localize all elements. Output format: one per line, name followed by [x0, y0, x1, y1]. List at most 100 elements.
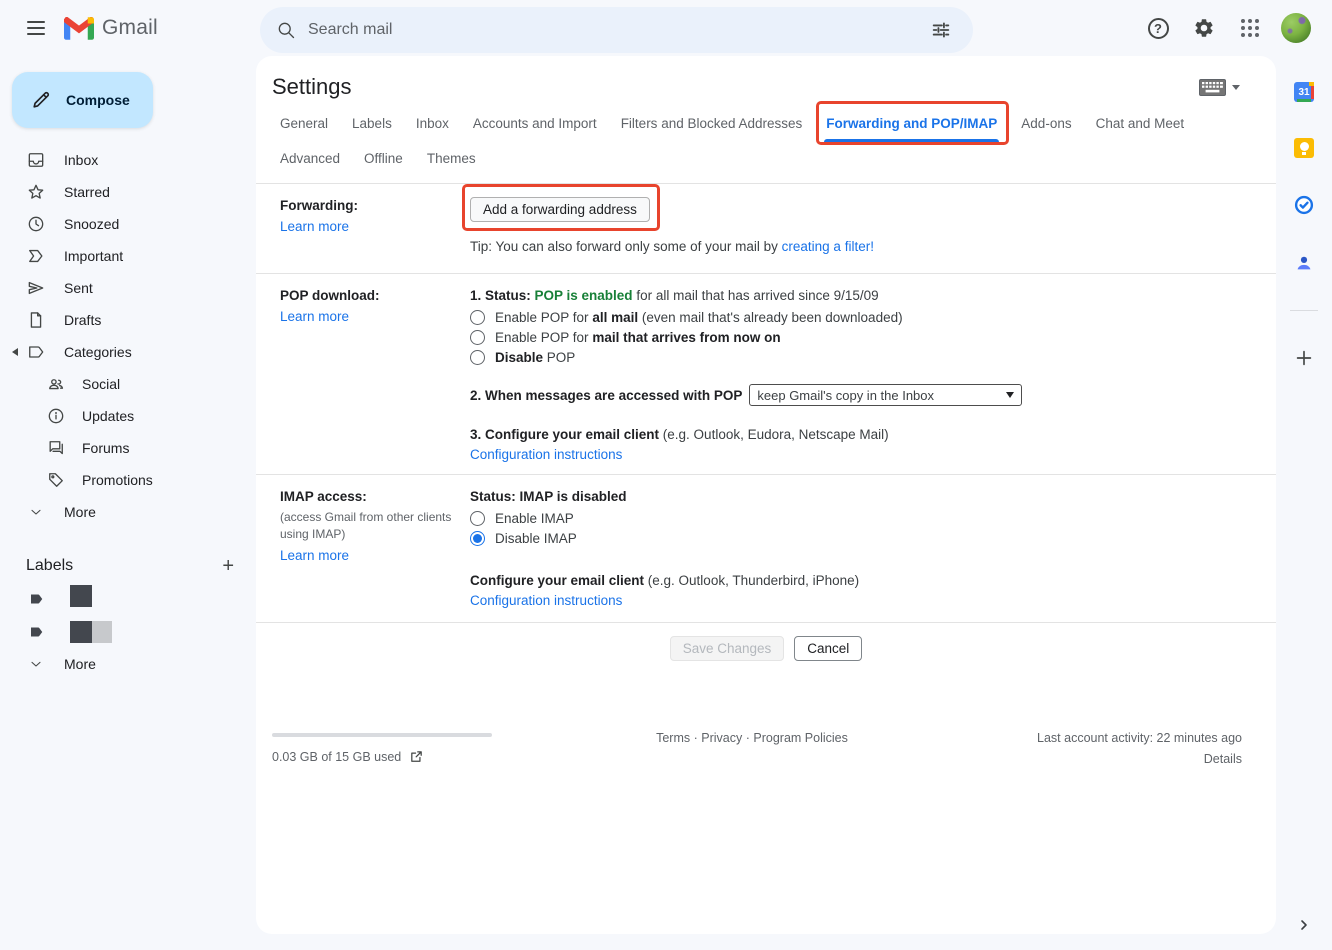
radio-enable-imap[interactable]: [470, 511, 485, 526]
tasks-app-button[interactable]: [1293, 194, 1315, 216]
compose-button[interactable]: Compose: [12, 72, 153, 128]
input-tools-selector[interactable]: [1199, 79, 1240, 96]
sidebar-item-promotions[interactable]: Promotions: [0, 464, 256, 496]
tab-themes[interactable]: Themes: [427, 151, 476, 166]
terms-link[interactable]: Terms: [656, 731, 690, 745]
activity-details-link[interactable]: Details: [982, 752, 1242, 766]
tab-add-ons[interactable]: Add-ons: [1021, 116, 1071, 131]
hide-side-panel-button[interactable]: [1296, 917, 1312, 938]
settings-button[interactable]: [1184, 8, 1224, 48]
settings-tabs-row2: Advanced Offline Themes: [256, 151, 1276, 166]
sidebar-item-categories[interactable]: Categories: [0, 336, 256, 368]
imap-learn-more-link[interactable]: Learn more: [280, 547, 349, 564]
sidebar-item-label: Sent: [64, 280, 93, 296]
sidebar-item-label: Promotions: [82, 472, 153, 488]
radio-pop-from-now-on[interactable]: [470, 330, 485, 345]
apps-grid-button[interactable]: [1230, 8, 1270, 48]
tab-inbox[interactable]: Inbox: [416, 116, 449, 131]
pop-configuration-instructions-link[interactable]: Configuration instructions: [470, 447, 622, 462]
radio-pop-disable[interactable]: [470, 350, 485, 365]
add-forwarding-address-button[interactable]: Add a forwarding address: [470, 197, 650, 222]
sidebar-item-label: Important: [64, 248, 123, 264]
left-sidebar: Compose Inbox Starred Snoozed Important …: [0, 56, 256, 950]
sidebar-item-snoozed[interactable]: Snoozed: [0, 208, 256, 240]
sidebar-item-important[interactable]: Important: [0, 240, 256, 272]
label-row-redacted-2[interactable]: [0, 615, 256, 648]
apps-grid-icon: [1241, 19, 1259, 37]
tab-general[interactable]: General: [280, 116, 328, 131]
tab-labels[interactable]: Labels: [352, 116, 392, 131]
gmail-m-icon: [64, 17, 94, 40]
imap-status-line: Status: IMAP is disabled: [470, 488, 1252, 505]
sidebar-labels-more[interactable]: More: [0, 648, 256, 680]
legal-links: Terms · Privacy · Program Policies: [522, 725, 982, 766]
pop-behavior-select[interactable]: keep Gmail's copy in the Inbox: [749, 384, 1022, 406]
pop-behavior-selected-value: keep Gmail's copy in the Inbox: [757, 387, 934, 404]
sidebar-item-updates[interactable]: Updates: [0, 400, 256, 432]
sidebar-item-forums[interactable]: Forums: [0, 432, 256, 464]
search-icon[interactable]: [276, 20, 296, 40]
forum-icon: [46, 438, 66, 458]
star-icon: [26, 182, 46, 202]
tab-offline[interactable]: Offline: [364, 151, 403, 166]
sidebar-item-inbox[interactable]: Inbox: [0, 144, 256, 176]
open-in-new-icon[interactable]: [409, 749, 424, 764]
radio-disable-imap[interactable]: [470, 531, 485, 546]
sidebar-item-sent[interactable]: Sent: [0, 272, 256, 304]
label-row-redacted-1[interactable]: [0, 582, 256, 615]
labels-title: Labels: [26, 557, 73, 575]
gear-icon: [1193, 17, 1215, 39]
sidebar-item-drafts[interactable]: Drafts: [0, 304, 256, 336]
compose-label: Compose: [66, 92, 130, 108]
search-options-icon[interactable]: [921, 10, 961, 50]
sidebar-item-social[interactable]: Social: [0, 368, 256, 400]
imap-access-section: IMAP access: (access Gmail from other cl…: [256, 475, 1276, 622]
contacts-icon: [1293, 252, 1315, 274]
tab-filters-and-blocked-addresses[interactable]: Filters and Blocked Addresses: [621, 116, 803, 131]
brand-text: Gmail: [102, 16, 158, 40]
privacy-link[interactable]: Privacy: [701, 731, 742, 745]
help-button[interactable]: ?: [1138, 8, 1178, 48]
info-icon: [46, 406, 66, 426]
search-input[interactable]: [308, 21, 921, 39]
collapse-arrow-icon[interactable]: [12, 348, 18, 356]
tab-forwarding-and-pop-imap[interactable]: Forwarding and POP/IMAP: [826, 116, 997, 131]
main-menu-icon[interactable]: [16, 8, 56, 48]
imap-configuration-instructions-link[interactable]: Configuration instructions: [470, 593, 622, 608]
tag-icon: [28, 623, 46, 641]
account-button[interactable]: [1276, 8, 1316, 48]
pop-learn-more-link[interactable]: Learn more: [280, 308, 349, 325]
sidebar-item-label: Drafts: [64, 312, 101, 328]
select-caret-icon: [1006, 392, 1014, 398]
radio-pop-all-mail[interactable]: [470, 310, 485, 325]
pop-download-section: POP download: Learn more 1. Status: POP …: [256, 274, 1276, 474]
calendar-app-button[interactable]: 31: [1294, 82, 1314, 102]
save-changes-button[interactable]: Save Changes: [670, 636, 785, 661]
sidebar-item-more[interactable]: More: [0, 496, 256, 528]
offer-icon: [46, 470, 66, 490]
keep-app-button[interactable]: [1294, 138, 1314, 158]
tab-chat-and-meet[interactable]: Chat and Meet: [1096, 116, 1185, 131]
sidebar-item-starred[interactable]: Starred: [0, 176, 256, 208]
people-icon: [46, 374, 66, 394]
help-icon: ?: [1148, 18, 1169, 39]
forwarding-learn-more-link[interactable]: Learn more: [280, 218, 349, 235]
rail-divider: [1290, 310, 1318, 311]
program-policies-link[interactable]: Program Policies: [753, 731, 847, 745]
get-add-ons-button[interactable]: [1293, 347, 1315, 369]
add-label-icon[interactable]: +: [222, 556, 234, 576]
creating-a-filter-link[interactable]: creating a filter!: [782, 239, 874, 254]
imap-access-note: (access Gmail from other clients using I…: [280, 509, 456, 543]
keyboard-icon: [1199, 79, 1226, 96]
search-bar[interactable]: [260, 7, 973, 53]
tab-accounts-and-import[interactable]: Accounts and Import: [473, 116, 597, 131]
pop-download-label: POP download:: [280, 288, 380, 303]
contacts-app-button[interactable]: [1293, 252, 1315, 274]
sidebar-item-label: Forums: [82, 440, 129, 456]
sidebar-nav: Inbox Starred Snoozed Important Sent Dra…: [0, 144, 256, 528]
gmail-logo[interactable]: Gmail: [64, 16, 158, 40]
tab-advanced[interactable]: Advanced: [280, 151, 340, 166]
cancel-button[interactable]: Cancel: [794, 636, 862, 661]
pop-behavior-line: 2. When messages are accessed with POP k…: [470, 384, 1252, 406]
last-account-activity: Last account activity: 22 minutes ago: [982, 725, 1242, 745]
